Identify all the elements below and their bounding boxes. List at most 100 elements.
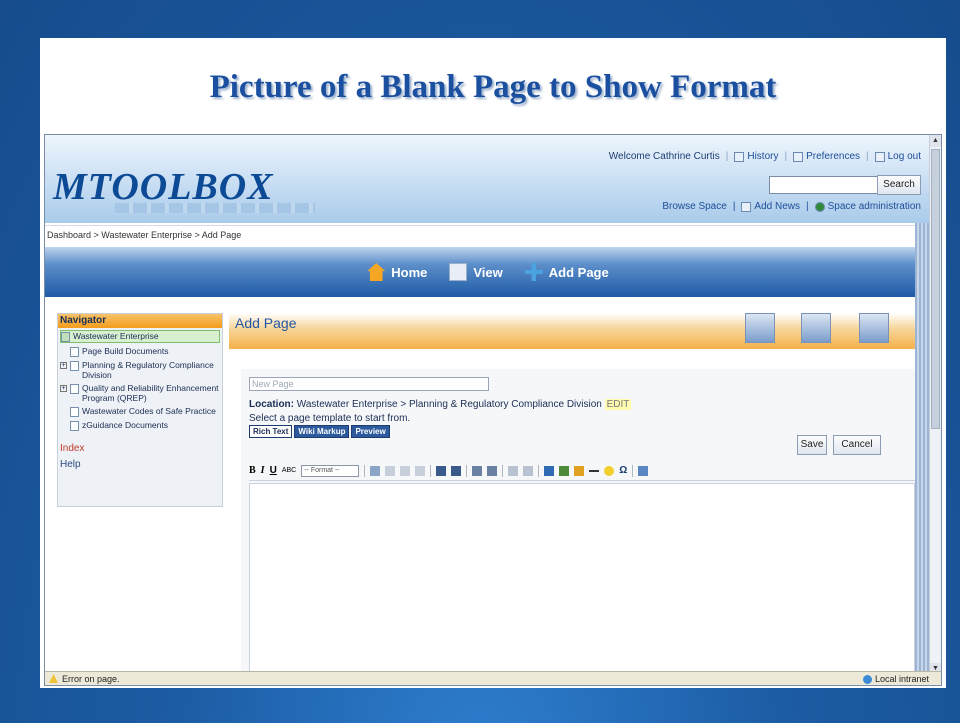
logout-link[interactable]: Log out bbox=[874, 151, 921, 162]
tree-item-planning[interactable]: + Planning & Regulatory Compliance Divis… bbox=[60, 360, 220, 380]
tree-label: zGuidance Documents bbox=[82, 420, 168, 430]
divider bbox=[466, 464, 468, 477]
strikethrough-icon[interactable]: ABC bbox=[282, 467, 296, 474]
expand-icon[interactable]: + bbox=[60, 385, 67, 392]
nav-view[interactable]: View bbox=[449, 263, 503, 281]
location-line: Location: Wastewater Enterprise > Planni… bbox=[249, 399, 632, 410]
link-icon[interactable] bbox=[544, 465, 555, 476]
emoticon-icon[interactable] bbox=[604, 465, 615, 476]
image-icon[interactable] bbox=[559, 465, 570, 476]
divider bbox=[538, 464, 540, 477]
underline-icon[interactable]: U bbox=[270, 465, 277, 476]
index-link[interactable]: Index bbox=[58, 442, 222, 456]
page-tree: Wastewater Enterprise Page Build Documen… bbox=[58, 328, 222, 436]
globe-icon bbox=[814, 201, 825, 212]
indent-icon[interactable] bbox=[487, 465, 498, 476]
tree-item-guidance[interactable]: zGuidance Documents bbox=[60, 420, 220, 431]
tree-item-wastewater-enterprise[interactable]: Wastewater Enterprise bbox=[60, 330, 220, 343]
vertical-scrollbar[interactable]: ▲ ▼ bbox=[929, 135, 941, 675]
home-icon bbox=[367, 263, 386, 281]
history-link[interactable]: History bbox=[734, 151, 778, 162]
zone-label: Local intranet bbox=[874, 674, 929, 684]
nav-home-label: Home bbox=[391, 264, 428, 280]
tab-preview[interactable]: Preview bbox=[351, 425, 390, 438]
separator: | bbox=[725, 151, 729, 162]
space-bar: Browse Space | Add News | Space administ… bbox=[662, 201, 921, 212]
add-icon bbox=[524, 263, 543, 281]
cancel-button[interactable]: Cancel bbox=[833, 435, 881, 455]
tab-rich-text[interactable]: Rich Text bbox=[249, 425, 293, 438]
history-label: History bbox=[747, 151, 779, 162]
app-header: MTOOLBOX Welcome Cathrine Curtis | Histo… bbox=[45, 135, 931, 223]
horizontal-rule-icon[interactable] bbox=[589, 469, 600, 472]
undo-icon[interactable] bbox=[508, 465, 519, 476]
tree-item-qrep[interactable]: + Quality and Reliability Enhancement Pr… bbox=[60, 383, 220, 403]
browse-space-link[interactable]: Browse Space bbox=[662, 201, 726, 212]
news-icon bbox=[741, 201, 752, 212]
breadcrumb[interactable]: Dashboard > Wastewater Enterprise > Add … bbox=[45, 225, 931, 243]
numbered-list-icon[interactable] bbox=[451, 465, 462, 476]
nav-home[interactable]: Home bbox=[367, 263, 427, 281]
user-bar: Welcome Cathrine Curtis | History | Pref… bbox=[609, 151, 921, 162]
tree-item-page-build[interactable]: Page Build Documents bbox=[60, 346, 220, 357]
separator: | bbox=[732, 201, 736, 212]
page-icon bbox=[70, 361, 79, 371]
logout-label: Log out bbox=[887, 151, 921, 162]
page-title-input[interactable]: New Page bbox=[249, 377, 489, 391]
tree-label: Quality and Reliability Enhancement Prog… bbox=[82, 383, 219, 403]
nav-view-label: View bbox=[473, 264, 503, 280]
insert-col-icon[interactable] bbox=[415, 465, 426, 476]
home-page-icon bbox=[61, 332, 70, 342]
security-zone: Local intranet bbox=[862, 674, 929, 684]
favourite-star-icon[interactable] bbox=[801, 313, 831, 343]
logout-icon bbox=[874, 151, 885, 162]
tab-wiki-markup[interactable]: Wiki Markup bbox=[294, 425, 350, 438]
space-admin-link[interactable]: Space administration bbox=[814, 201, 921, 212]
logo-decoration bbox=[115, 203, 315, 213]
search-button[interactable]: Search bbox=[877, 175, 921, 195]
add-news-link[interactable]: Add News bbox=[741, 201, 800, 212]
fullscreen-icon[interactable] bbox=[638, 465, 649, 476]
nav-add-page[interactable]: Add Page bbox=[524, 263, 609, 281]
search-input[interactable] bbox=[769, 176, 879, 194]
save-button[interactable]: Save bbox=[797, 435, 827, 455]
add-news-label: Add News bbox=[754, 201, 800, 212]
expand-icon[interactable]: + bbox=[60, 362, 67, 369]
italic-icon[interactable]: I bbox=[261, 465, 265, 476]
slide-title: Picture of a Blank Page to Show Format bbox=[209, 69, 777, 105]
rich-text-editor[interactable] bbox=[249, 483, 915, 685]
tree-item-safe-practice[interactable]: Wastewater Codes of Safe Practice bbox=[60, 406, 220, 417]
help-link[interactable]: Help bbox=[58, 458, 222, 472]
view-icon bbox=[449, 263, 468, 281]
preferences-label: Preferences bbox=[806, 151, 861, 162]
space-admin-label: Space administration bbox=[827, 201, 921, 212]
outdent-icon[interactable] bbox=[472, 465, 483, 476]
export-icon[interactable] bbox=[859, 313, 889, 343]
status-error-text[interactable]: Error on page. bbox=[62, 674, 120, 684]
nav-add-page-label: Add Page bbox=[548, 264, 609, 280]
macro-icon[interactable] bbox=[574, 465, 585, 476]
edit-location-link[interactable]: EDIT bbox=[604, 399, 632, 410]
format-select[interactable]: -- Format -- bbox=[301, 464, 360, 477]
decorative-stripe bbox=[915, 223, 929, 675]
separator: | bbox=[784, 151, 788, 162]
table-icon[interactable] bbox=[385, 465, 396, 476]
warning-icon[interactable] bbox=[49, 674, 58, 683]
template-prompt[interactable]: Select a page template to start from. bbox=[249, 413, 410, 424]
omega-icon[interactable]: Ω bbox=[619, 465, 627, 476]
bullet-list-icon[interactable] bbox=[436, 465, 447, 476]
edit-icon[interactable] bbox=[370, 465, 381, 476]
preferences-link[interactable]: Preferences bbox=[793, 151, 860, 162]
main-header: Add Page bbox=[229, 313, 931, 349]
history-icon bbox=[734, 151, 745, 162]
bold-icon[interactable]: B bbox=[249, 465, 256, 476]
scroll-up-arrow-icon[interactable]: ▲ bbox=[930, 135, 941, 147]
print-icon[interactable] bbox=[745, 313, 775, 343]
scroll-thumb[interactable] bbox=[931, 149, 940, 429]
page-icon bbox=[70, 421, 79, 431]
tree-label: Wastewater Enterprise bbox=[73, 331, 159, 341]
editor-mode-tabs: Rich Text Wiki Markup Preview bbox=[249, 425, 390, 438]
redo-icon[interactable] bbox=[523, 465, 534, 476]
tree-label: Page Build Documents bbox=[82, 346, 169, 356]
insert-row-icon[interactable] bbox=[400, 465, 411, 476]
